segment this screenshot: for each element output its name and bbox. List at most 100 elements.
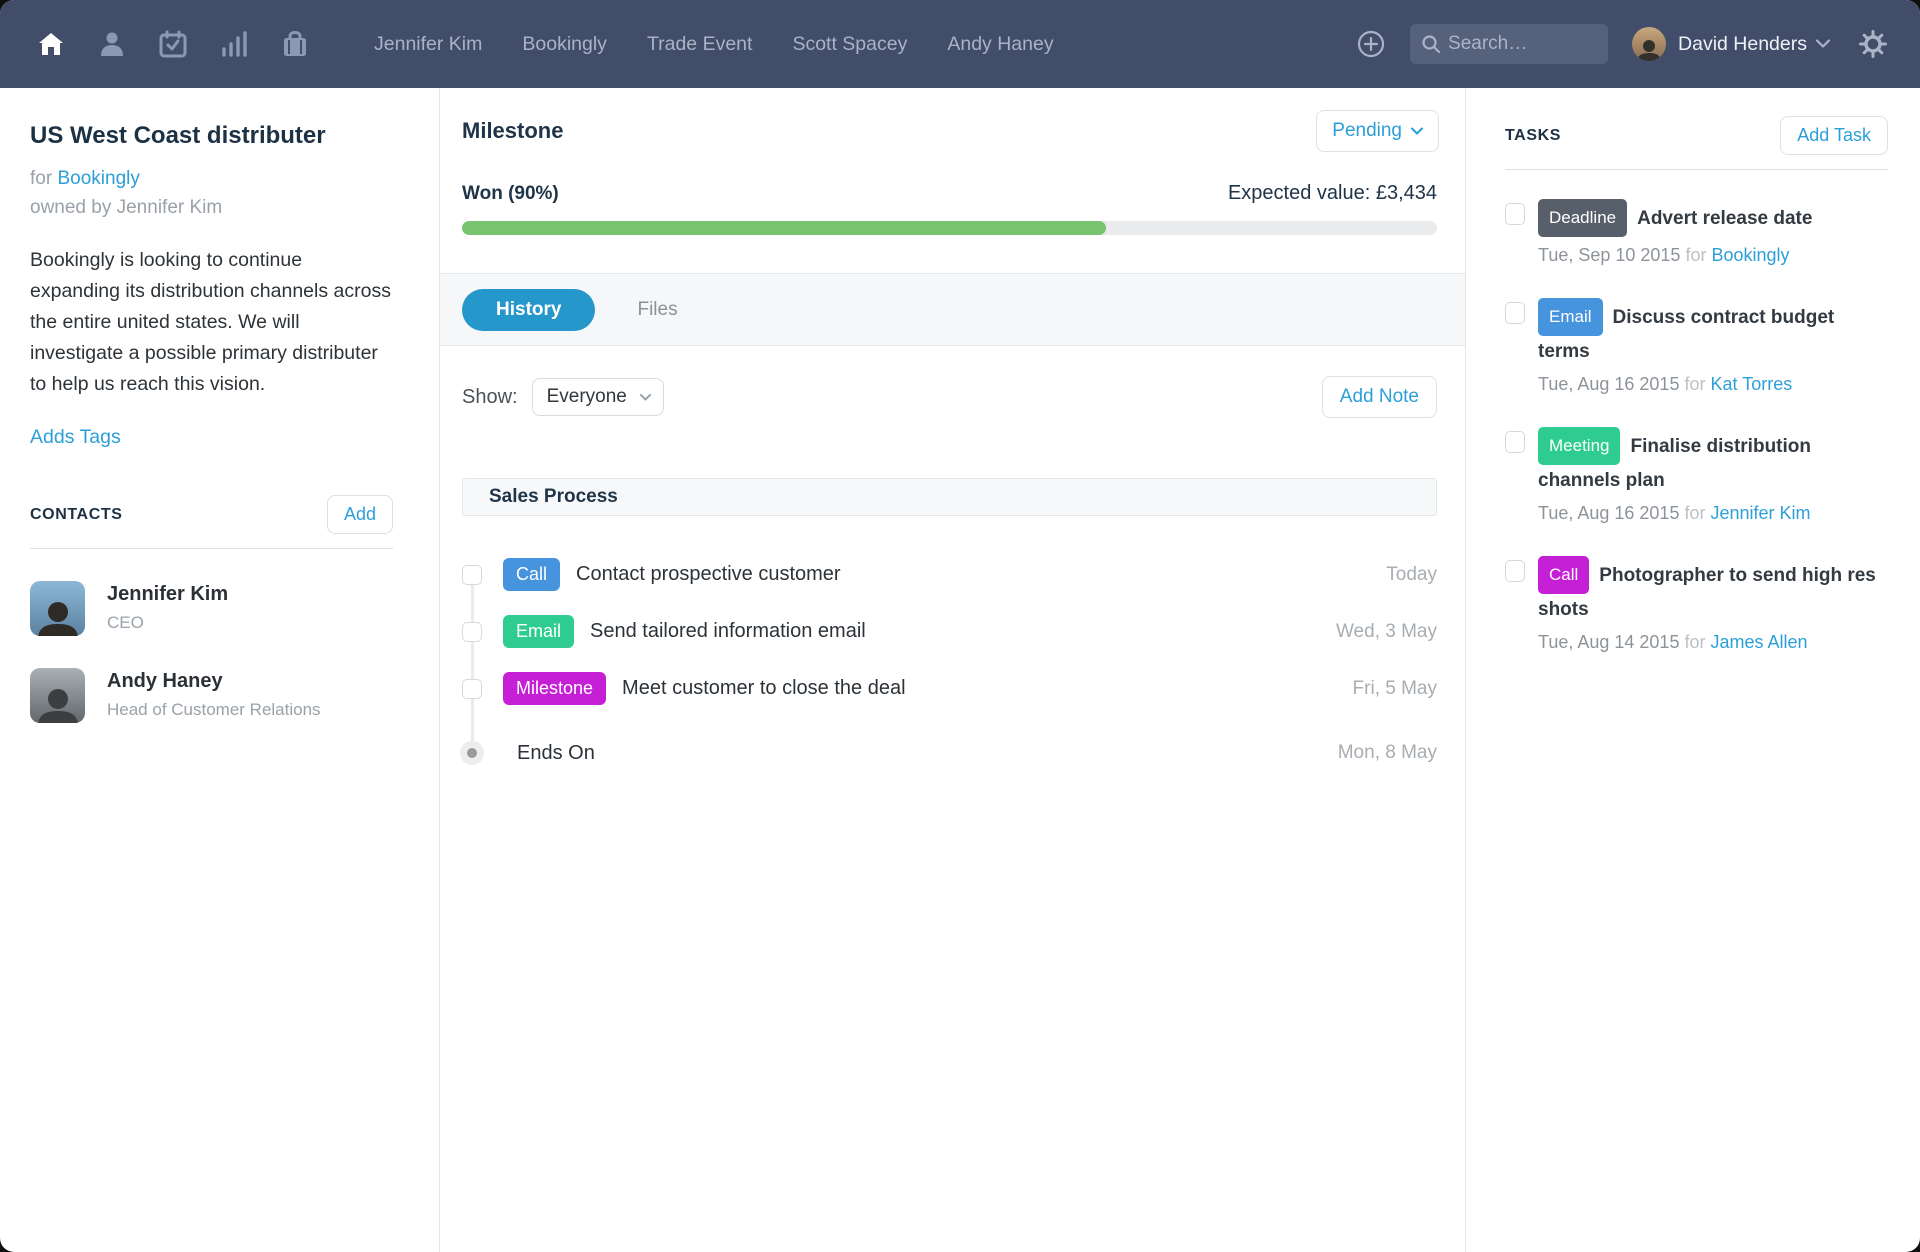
- process-step-row: Milestone Meet customer to close the dea…: [462, 660, 1437, 717]
- step-title[interactable]: Meet customer to close the deal: [622, 677, 905, 700]
- sales-process-header: Sales Process: [462, 478, 1437, 516]
- add-note-button[interactable]: Add Note: [1321, 376, 1437, 418]
- task-for-link[interactable]: Kat Torres: [1711, 374, 1793, 394]
- task-checkbox[interactable]: [1505, 203, 1525, 225]
- nav-item-trade-event[interactable]: Trade Event: [647, 33, 753, 56]
- contacts-icon[interactable]: [95, 27, 129, 61]
- task-for-link[interactable]: Jennifer Kim: [1711, 503, 1811, 523]
- contact-row[interactable]: Andy Haney Head of Customer Relations: [30, 668, 393, 723]
- opportunity-for: for Bookingly: [30, 168, 393, 190]
- task-meta: Tue, Aug 16 2015 for Jennifer Kim: [1538, 500, 1888, 527]
- milestone-main: Milestone Pending Won (90%) Expected val…: [440, 88, 1465, 1252]
- sales-process-title: Sales Process: [489, 486, 618, 507]
- task-content: Email Discuss contract budget terms Tue, …: [1538, 298, 1888, 398]
- add-new-icon[interactable]: [1354, 27, 1388, 61]
- ends-on-row: Ends On Mon, 8 May: [460, 723, 1437, 783]
- task-for-label: for: [1685, 245, 1707, 265]
- contacts-header: CONTACTS Add: [30, 495, 393, 534]
- app-window: Jennifer Kim Bookingly Trade Event Scott…: [0, 0, 1920, 1252]
- contact-avatar: [30, 668, 85, 723]
- cases-icon[interactable]: [278, 27, 312, 61]
- task-content: Meeting Finalise distribution channels pl…: [1538, 427, 1888, 527]
- chevron-down-icon: [639, 393, 651, 400]
- contacts-divider: [30, 548, 393, 549]
- status-label: Pending: [1332, 120, 1402, 141]
- top-nav-bar: Jennifer Kim Bookingly Trade Event Scott…: [0, 0, 1920, 88]
- tab-history[interactable]: History: [462, 288, 596, 331]
- step-checkbox[interactable]: [462, 678, 482, 699]
- task-checkbox[interactable]: [1505, 560, 1525, 582]
- show-filter-row: Show: Everyone Add Note: [462, 376, 1437, 418]
- chevron-down-icon: [1411, 127, 1423, 135]
- tab-files[interactable]: Files: [637, 299, 677, 321]
- settings-gear-icon[interactable]: [1856, 27, 1890, 61]
- milestone-header: Milestone Pending Won (90%) Expected val…: [440, 88, 1465, 235]
- task-date: Tue, Aug 14 2015: [1538, 632, 1680, 652]
- contact-name[interactable]: Jennifer Kim: [107, 583, 228, 606]
- task-type-badge: Email: [1538, 298, 1603, 336]
- show-label: Show:: [462, 385, 518, 408]
- task-title: Advert release date: [1637, 208, 1813, 229]
- contact-row[interactable]: Jennifer Kim CEO: [30, 581, 393, 636]
- recent-items-nav: Jennifer Kim Bookingly Trade Event Scott…: [374, 33, 1054, 56]
- calendar-icon[interactable]: [156, 27, 190, 61]
- organisation-link[interactable]: Bookingly: [57, 168, 139, 189]
- tasks-divider: [1505, 169, 1888, 170]
- task-meta: Tue, Sep 10 2015 for Bookingly: [1538, 242, 1888, 269]
- contact-info: Jennifer Kim CEO: [107, 581, 228, 633]
- step-checkbox[interactable]: [462, 564, 482, 585]
- task-type-badge: Meeting: [1538, 427, 1621, 465]
- step-title[interactable]: Contact prospective customer: [576, 563, 841, 586]
- home-icon[interactable]: [34, 27, 68, 61]
- tasks-header: TASKS Add Task: [1505, 116, 1888, 155]
- contact-role: CEO: [107, 613, 144, 632]
- ends-on-date: Mon, 8 May: [1337, 742, 1437, 763]
- add-contact-button[interactable]: Add: [326, 495, 393, 534]
- show-filter-value: Everyone: [546, 386, 627, 407]
- tasks-heading: TASKS: [1505, 126, 1562, 144]
- task-title-line[interactable]: Meeting Finalise distribution channels pl…: [1538, 427, 1888, 496]
- nav-item-jennifer-kim[interactable]: Jennifer Kim: [374, 33, 482, 56]
- task-for-label: for: [1684, 374, 1706, 394]
- task-row: Deadline Advert release date Tue, Sep 10 …: [1505, 199, 1888, 269]
- user-menu-name[interactable]: David Henders: [1678, 33, 1807, 56]
- task-checkbox[interactable]: [1505, 431, 1525, 453]
- task-title-line[interactable]: Call Photographer to send high res shots: [1538, 556, 1888, 625]
- step-checkbox[interactable]: [462, 621, 482, 642]
- opportunity-description: Bookingly is looking to continue expandi…: [30, 249, 391, 395]
- user-menu-caret-icon[interactable]: [1815, 35, 1831, 53]
- task-title-line[interactable]: Deadline Advert release date: [1538, 199, 1888, 238]
- user-avatar[interactable]: [1632, 27, 1667, 61]
- process-step-row: Email Send tailored information email We…: [462, 603, 1437, 660]
- search-box: [1410, 24, 1609, 64]
- milestone-title: Milestone: [462, 118, 564, 143]
- task-for-label: for: [1684, 632, 1706, 652]
- task-for-label: for: [1684, 503, 1706, 523]
- nav-item-scott-spacey[interactable]: Scott Spacey: [792, 33, 907, 56]
- search-icon: [1421, 34, 1441, 59]
- step-due-date: Today: [1386, 563, 1437, 585]
- nav-item-andy-haney[interactable]: Andy Haney: [947, 33, 1053, 56]
- add-tags-link[interactable]: Adds Tags: [30, 426, 121, 449]
- opportunity-title: US West Coast distributer: [30, 122, 326, 149]
- task-for-link[interactable]: James Allen: [1711, 632, 1808, 652]
- progress-labels: Won (90%) Expected value: £3,434: [462, 182, 1437, 205]
- expected-value: Expected value: £3,434: [1227, 182, 1437, 204]
- milestone-progress-fill: [462, 221, 1106, 235]
- show-filter-select[interactable]: Everyone: [531, 378, 664, 416]
- task-date: Tue, Aug 16 2015: [1538, 503, 1680, 523]
- step-type-badge: Milestone: [503, 672, 607, 705]
- opportunity-sidebar: US West Coast distributer for Bookingly …: [0, 88, 440, 1252]
- task-checkbox[interactable]: [1505, 302, 1525, 324]
- task-title-line[interactable]: Email Discuss contract budget terms: [1538, 298, 1888, 367]
- add-task-button[interactable]: Add Task: [1780, 116, 1888, 155]
- statistics-icon[interactable]: [217, 27, 251, 61]
- task-date: Tue, Sep 10 2015: [1538, 245, 1681, 265]
- status-dropdown-button[interactable]: Pending: [1316, 110, 1439, 152]
- history-files-tabs: History Files: [440, 273, 1465, 346]
- step-title[interactable]: Send tailored information email: [590, 620, 866, 643]
- primary-nav-icons: [34, 27, 312, 61]
- contact-name[interactable]: Andy Haney: [107, 670, 321, 693]
- nav-item-bookingly[interactable]: Bookingly: [522, 33, 607, 56]
- task-for-link[interactable]: Bookingly: [1712, 245, 1790, 265]
